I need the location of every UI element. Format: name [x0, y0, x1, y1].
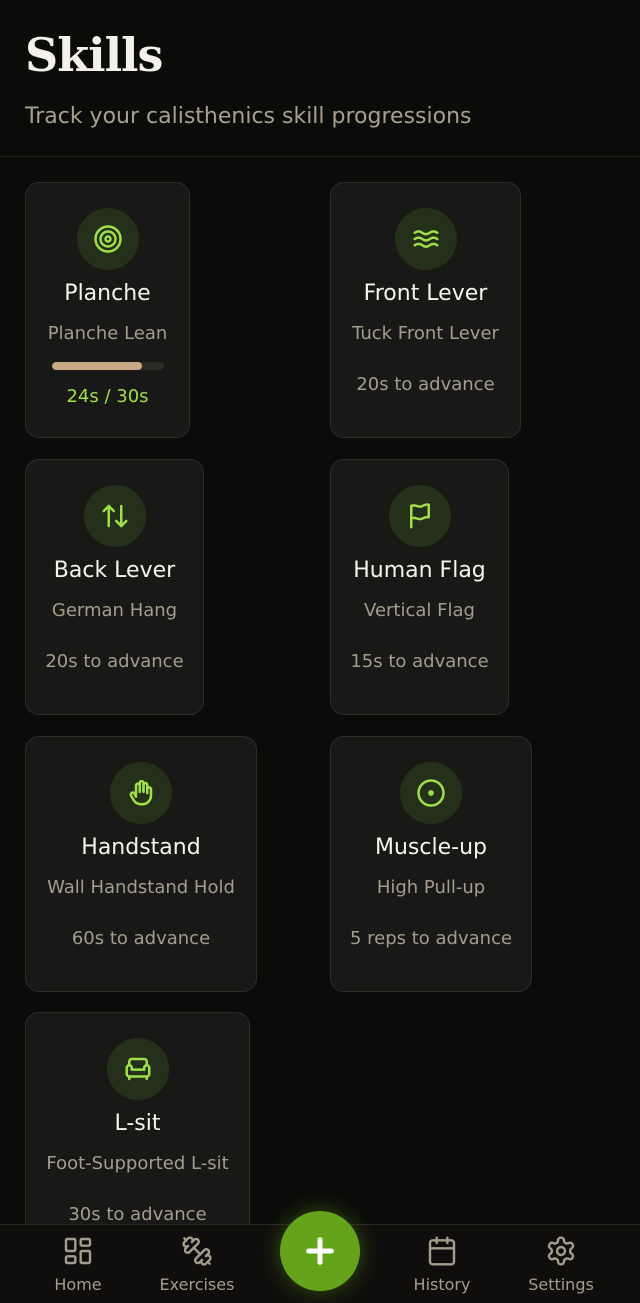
- skill-stage: Vertical Flag: [364, 600, 475, 621]
- nav-history[interactable]: History: [387, 1225, 497, 1303]
- skill-advance-target: 20s to advance: [45, 651, 184, 672]
- skill-stage: Wall Handstand Hold: [47, 877, 235, 898]
- skill-card-handstand[interactable]: Handstand Wall Handstand Hold 60s to adv…: [25, 736, 257, 992]
- skill-stage: German Hang: [51, 600, 178, 621]
- skill-card-muscle-up[interactable]: Muscle-up High Pull-up 5 reps to advance: [330, 736, 532, 992]
- skill-name: Human Flag: [353, 558, 486, 583]
- dumbbell-icon: [182, 1236, 212, 1266]
- skill-stage: Tuck Front Lever: [352, 323, 499, 344]
- nav-label-home: Home: [54, 1275, 102, 1294]
- skill-advance-target: 60s to advance: [71, 928, 211, 949]
- flag-icon: [388, 485, 451, 547]
- skill-name: L-sit: [114, 1111, 161, 1136]
- skill-name: Back Lever: [53, 558, 176, 583]
- arrows-up-down-icon: [83, 485, 146, 547]
- waves-icon: [394, 208, 457, 270]
- skill-advance-target: 30s to advance: [68, 1204, 207, 1225]
- skill-progress-bar: [52, 362, 164, 370]
- skill-name: Front Lever: [363, 281, 488, 306]
- skill-advance-target: 5 reps to advance: [349, 928, 513, 949]
- gear-icon: [547, 1236, 575, 1266]
- page-header: Skills Track your calisthenics skill pro…: [0, 0, 640, 157]
- skill-card-planche[interactable]: Planche Planche Lean 24s / 30s: [25, 182, 190, 438]
- skill-advance-target: 20s to advance: [356, 374, 495, 395]
- armchair-icon: [106, 1038, 169, 1100]
- skill-stage: Foot-Supported L-sit: [46, 1153, 229, 1174]
- nav-home[interactable]: Home: [23, 1225, 133, 1303]
- grid-icon: [64, 1237, 92, 1265]
- skill-name: Muscle-up: [375, 835, 487, 860]
- page-title: Skills: [25, 28, 163, 82]
- skill-stage: Planche Lean: [47, 323, 168, 344]
- skill-stage: High Pull-up: [376, 877, 486, 898]
- skill-card-human-flag[interactable]: Human Flag Vertical Flag 15s to advance: [330, 459, 509, 715]
- nav-exercises[interactable]: Exercises: [142, 1225, 252, 1303]
- skill-name: Planche: [64, 281, 151, 306]
- skill-name: Handstand: [81, 835, 201, 860]
- target-icon: [76, 208, 139, 270]
- skill-advance-target: 15s to advance: [350, 651, 489, 672]
- nav-label-history: History: [413, 1275, 471, 1294]
- calendar-icon: [428, 1236, 456, 1266]
- skill-card-front-lever[interactable]: Front Lever Tuck Front Lever 20s to adva…: [330, 182, 521, 438]
- plus-icon: [306, 1237, 334, 1265]
- skill-progress-text: 24s / 30s: [66, 386, 149, 407]
- skill-progress-fill: [52, 362, 142, 370]
- skill-card-back-lever[interactable]: Back Lever German Hang 20s to advance: [25, 459, 204, 715]
- circle-dot-icon: [400, 762, 462, 824]
- nav-label-exercises: Exercises: [159, 1275, 235, 1294]
- add-button[interactable]: [280, 1211, 360, 1291]
- nav-label-settings: Settings: [528, 1275, 594, 1294]
- hand-icon: [110, 762, 172, 824]
- page-subtitle: Track your calisthenics skill progressio…: [25, 104, 472, 129]
- nav-settings[interactable]: Settings: [506, 1225, 616, 1303]
